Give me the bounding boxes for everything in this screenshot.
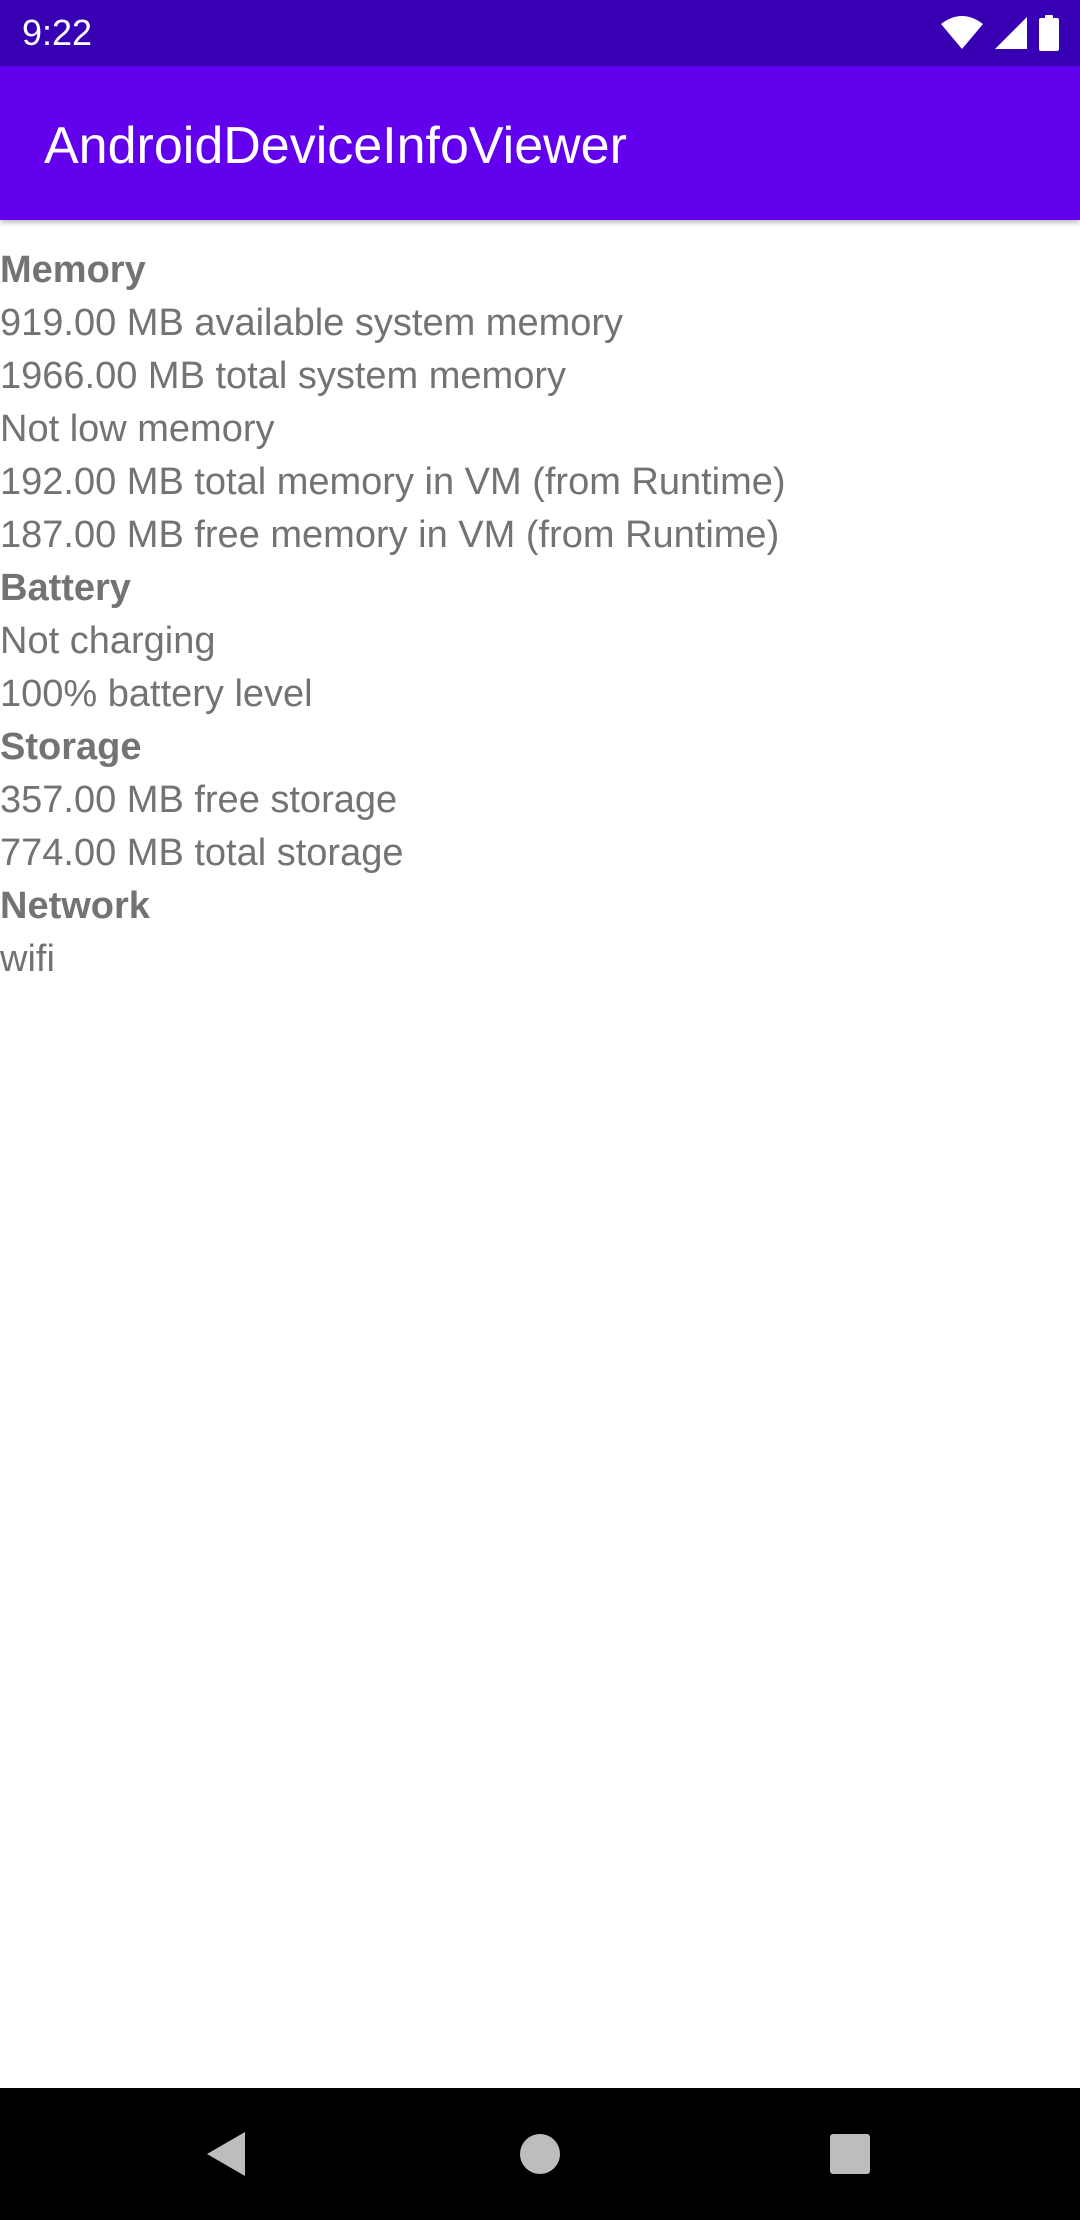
app-bar: AndroidDeviceInfoViewer — [0, 66, 1080, 220]
recents-icon — [830, 2134, 870, 2174]
app-title: AndroidDeviceInfoViewer — [44, 117, 627, 175]
info-charging-status: Not charging — [0, 620, 216, 662]
section-heading-network: Network — [0, 885, 150, 927]
info-total-storage: 774.00 MB total storage — [0, 832, 404, 874]
back-button[interactable] — [166, 2088, 286, 2220]
info-total-system-memory: 1966.00 MB total system memory — [0, 355, 566, 397]
status-time: 9:22 — [22, 12, 93, 53]
info-low-memory-status: Not low memory — [0, 408, 275, 450]
cellular-signal-icon — [994, 16, 1028, 50]
battery-icon — [1038, 15, 1060, 51]
section-heading-memory: Memory — [0, 249, 146, 291]
status-bar: 9:22 — [0, 0, 1080, 66]
navigation-bar — [0, 2088, 1080, 2220]
section-heading-storage: Storage — [0, 726, 142, 768]
wifi-icon — [940, 16, 984, 50]
recents-button[interactable] — [790, 2088, 910, 2220]
info-vm-total-memory: 192.00 MB total memory in VM (from Runti… — [0, 461, 786, 503]
info-available-system-memory: 919.00 MB available system memory — [0, 302, 624, 344]
status-icons — [940, 14, 1060, 52]
info-free-storage: 357.00 MB free storage — [0, 779, 398, 821]
info-battery-level: 100% battery level — [0, 673, 313, 715]
back-icon — [207, 2132, 245, 2176]
section-heading-battery: Battery — [0, 567, 131, 609]
device-info-list: Memory 919.00 MB available system memory… — [0, 244, 1080, 986]
home-button[interactable] — [480, 2088, 600, 2220]
info-vm-free-memory: 187.00 MB free memory in VM (from Runtim… — [0, 514, 780, 556]
device-screen: 9:22 AndroidDeviceInfoViewer Memory 919.… — [0, 0, 1080, 2220]
home-icon — [520, 2134, 560, 2174]
info-network-type: wifi — [0, 938, 55, 980]
